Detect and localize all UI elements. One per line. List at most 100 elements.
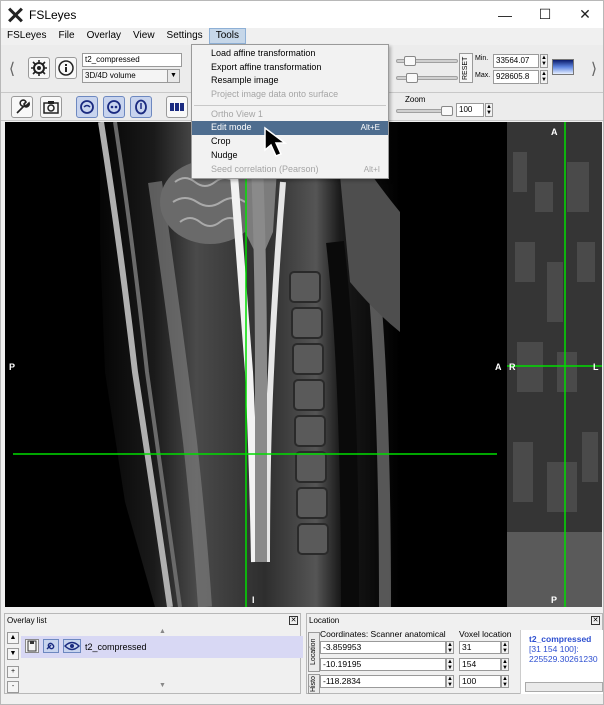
- voxel-z-spinner[interactable]: ▲ ▼: [501, 675, 509, 688]
- voxel-location-label: Voxel location: [459, 629, 512, 639]
- location-title: Location: [309, 616, 340, 625]
- wrench-icon: [16, 99, 30, 114]
- fsleyes-window: FSLeyes — ☐ ✕ FSLeyes File Overlay View …: [0, 0, 604, 705]
- overlay-list-title: Overlay list: [7, 616, 47, 625]
- coord-z-spinner[interactable]: ▲ ▼: [446, 675, 454, 688]
- tools-button[interactable]: [11, 96, 33, 118]
- scroll-down-icon[interactable]: ▼: [159, 682, 166, 689]
- sagittal-slice-image[interactable]: [5, 122, 505, 607]
- menu-item-seed-correlation: Seed correlation (Pearson) Alt+I: [192, 163, 388, 177]
- axial-head-icon: [135, 99, 147, 115]
- voxel-y-field[interactable]: 154: [459, 658, 501, 671]
- menu-item-ortho-view-header: Ortho View 1: [211, 108, 263, 119]
- colormap-icon[interactable]: [552, 59, 574, 75]
- scroll-up-icon[interactable]: ▲: [159, 628, 166, 635]
- menu-tools[interactable]: Tools: [208, 28, 247, 44]
- zoom-slider-thumb[interactable]: [441, 106, 453, 116]
- title-bar: FSLeyes — ☐ ✕: [1, 1, 603, 28]
- sagittal-left-label: P: [9, 362, 16, 372]
- overlay-settings-button[interactable]: [28, 57, 50, 79]
- sagittal-head-icon: [80, 100, 94, 114]
- mouse-pointer-icon: [264, 126, 288, 157]
- remove-overlay-button[interactable]: -: [7, 681, 19, 693]
- menu-item-project-surface: Project image data onto surface: [211, 89, 339, 100]
- voxel-z-field[interactable]: 100: [459, 675, 501, 688]
- menu-item-resample[interactable]: Resample image: [192, 74, 388, 88]
- coord-y-spinner[interactable]: ▲ ▼: [446, 658, 454, 671]
- max-spinner[interactable]: ▲ ▼: [540, 70, 548, 84]
- voxel-x-field[interactable]: 31: [459, 641, 501, 654]
- add-overlay-button[interactable]: +: [7, 666, 19, 678]
- gear-icon: [31, 60, 47, 76]
- coord-x-spinner[interactable]: ▲ ▼: [446, 641, 454, 654]
- min-value-field[interactable]: 33564.07: [493, 54, 539, 68]
- seed-correlation-shortcut: Alt+I: [363, 164, 380, 174]
- info-icon: [58, 60, 74, 76]
- menu-view[interactable]: View: [127, 28, 161, 44]
- minimize-button[interactable]: —: [485, 1, 525, 28]
- overlay-list-close-icon[interactable]: ✕: [289, 616, 298, 625]
- contrast-slider-thumb[interactable]: [406, 73, 418, 83]
- min-label: Min.: [475, 55, 489, 62]
- menu-fsleyes[interactable]: FSLeyes: [1, 28, 52, 44]
- maximize-button[interactable]: ☐: [525, 1, 565, 28]
- toolbar-scroll-left-icon[interactable]: ⟨: [7, 49, 17, 89]
- edit-mode-label: Edit mode: [211, 122, 252, 133]
- overlay-info-button[interactable]: [55, 57, 77, 79]
- info-overlay-name: t2_compressed: [529, 634, 592, 644]
- sagittal-bottom-label: I: [252, 595, 255, 605]
- overlay-type-value: 3D/4D volume: [85, 71, 136, 80]
- visibility-eye-icon[interactable]: [63, 639, 81, 653]
- overlay-name-field[interactable]: t2_compressed: [82, 53, 182, 67]
- fsleyes-logo-icon: [7, 7, 23, 23]
- chevron-down-icon: ▼: [167, 70, 179, 82]
- location-panel: Location ✕ Location Histo Coordinates: S…: [306, 613, 603, 694]
- layout-horizontal-button[interactable]: [166, 96, 188, 118]
- menu-separator: [194, 104, 386, 106]
- move-up-button[interactable]: ▲: [7, 632, 19, 644]
- overlay-type-select[interactable]: 3D/4D volume ▼: [82, 69, 180, 83]
- screenshot-button[interactable]: [40, 96, 62, 118]
- toggle-coronal-button[interactable]: [103, 96, 125, 118]
- menu-overlay[interactable]: Overlay: [81, 28, 127, 44]
- voxel-y-spinner[interactable]: ▲ ▼: [501, 658, 509, 671]
- seed-correlation-label: Seed correlation (Pearson): [211, 163, 319, 174]
- layout-grid-icon: [170, 103, 184, 111]
- zoom-label: Zoom: [405, 95, 426, 104]
- coronal-left-label: R: [509, 362, 516, 372]
- window-controls: — ☐ ✕: [485, 1, 603, 28]
- menu-settings[interactable]: Settings: [161, 28, 209, 44]
- toolbar-scroll-right-icon[interactable]: ⟩: [589, 49, 599, 89]
- window-title: FSLeyes: [29, 7, 77, 22]
- ortho-view-canvas[interactable]: P A I A R L P: [5, 122, 602, 607]
- coord-x-field[interactable]: -3.859953: [320, 641, 446, 654]
- coronal-right-label: L: [593, 362, 599, 372]
- link-overlay-icon[interactable]: [43, 639, 59, 653]
- coordinates-label: Coordinates: Scanner anatomical: [320, 629, 446, 639]
- toggle-sagittal-button[interactable]: [76, 96, 98, 118]
- menubar: FSLeyes File Overlay View Settings Tools: [1, 28, 603, 44]
- menu-item-load-affine[interactable]: Load affine transformation: [192, 47, 388, 61]
- brightness-slider-thumb[interactable]: [404, 56, 416, 66]
- max-value-field[interactable]: 928605.8: [493, 70, 539, 84]
- close-button[interactable]: ✕: [565, 1, 603, 28]
- coronal-slice-image[interactable]: [507, 122, 602, 607]
- history-tab[interactable]: Histo: [308, 674, 320, 694]
- location-tab[interactable]: Location: [308, 632, 320, 672]
- move-down-button[interactable]: ▼: [7, 648, 19, 660]
- coord-z-field[interactable]: -118.2834: [320, 675, 446, 688]
- location-close-icon[interactable]: ✕: [591, 616, 600, 625]
- save-overlay-icon[interactable]: [25, 639, 39, 653]
- zoom-value-field[interactable]: 100: [456, 103, 484, 117]
- menu-file[interactable]: File: [52, 28, 80, 44]
- info-voxel-value: 225529.30261230: [529, 654, 598, 664]
- toggle-axial-button[interactable]: [130, 96, 152, 118]
- coord-y-field[interactable]: -10.19195: [320, 658, 446, 671]
- min-spinner[interactable]: ▲ ▼: [540, 54, 548, 68]
- voxel-x-spinner[interactable]: ▲ ▼: [501, 641, 509, 654]
- coronal-head-icon: [107, 100, 121, 114]
- reset-button[interactable]: RESET: [459, 53, 473, 83]
- info-horizontal-scrollbar[interactable]: [525, 682, 603, 692]
- zoom-spinner[interactable]: ▲ ▼: [485, 103, 493, 117]
- menu-item-export-affine[interactable]: Export affine transformation: [192, 61, 388, 75]
